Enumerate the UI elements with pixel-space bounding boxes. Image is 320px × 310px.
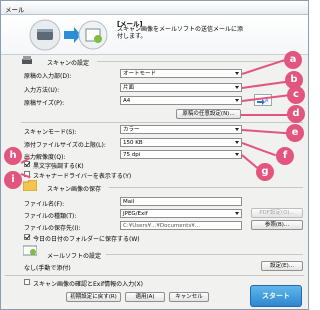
driver-label: スキャナードライバーを表示する(Y): [33, 173, 132, 180]
mail-settings-title: メールソフトの設定: [47, 253, 102, 260]
source-label: 原稿の入力部(D):: [24, 73, 72, 80]
save-in-label: ファイルの保存先(I):: [24, 225, 81, 232]
mail-app-icon: [23, 245, 37, 256]
mail-dialog: メール [メール] スキャン画像をメールソフトの送信メールに添付します。 スキャ…: [0, 0, 309, 310]
side-select[interactable]: 片面: [120, 83, 242, 92]
folder-icon: [23, 180, 37, 191]
side-value: 片面: [123, 85, 135, 91]
save-settings-title: スキャン画像の保存: [47, 186, 102, 193]
reset-button[interactable]: 初期設定に戻す(R): [66, 292, 121, 302]
apply-button[interactable]: 適用(A): [125, 292, 165, 302]
file-size-label: 添付ファイルサイズの上限(L):: [24, 142, 106, 149]
callout-line-g: [241, 154, 258, 169]
chevron-down-icon: [235, 141, 239, 144]
callout-badge-i: i: [4, 171, 22, 189]
file-type-value: JPEG/Exif: [123, 211, 148, 217]
source-select[interactable]: オートモード: [120, 69, 242, 78]
file-size-value: 150 KB: [123, 140, 143, 146]
section-divider: [21, 122, 303, 123]
callout-badge-d: d: [287, 105, 305, 123]
section-divider: [106, 254, 303, 255]
section-divider: [109, 187, 303, 188]
date-folder-label: 今日の日付のフォルダーに保存する(W): [33, 236, 140, 243]
confirm-label: スキャン画像の確認とExif情報の入力(X): [33, 281, 143, 288]
callout-badge-g: g: [256, 163, 274, 181]
resolution-value: 75 dpi: [123, 152, 141, 158]
chevron-down-icon: [235, 72, 239, 75]
chevron-down-icon: [235, 128, 239, 131]
sharpen-label: 黒文字強調する(K): [33, 163, 84, 170]
mode-value: カラー: [123, 127, 140, 133]
chevron-down-icon: [235, 86, 239, 89]
source-value: オートモード: [123, 71, 157, 77]
callout-badge-c: c: [287, 86, 305, 104]
side-label: 入力方法(U):: [24, 87, 60, 94]
confirm-checkbox[interactable]: [24, 279, 30, 285]
callout-badge-a: a: [284, 51, 302, 69]
callout-badge-h: h: [4, 147, 22, 165]
callout-line-e: [241, 129, 288, 134]
browse-button[interactable]: 参照(B)...: [251, 220, 303, 230]
mail-settings-button[interactable]: 設定(E)...: [261, 261, 303, 271]
header-description: スキャン画像をメールソフトの送信メールに添付します。: [117, 26, 244, 40]
size-label: 原稿サイズ(P):: [24, 100, 65, 107]
title-bar: メール: [1, 1, 308, 15]
callout-line-b: [241, 80, 288, 89]
chevron-down-icon: [235, 99, 239, 102]
file-size-select[interactable]: 150 KB: [120, 138, 242, 147]
size-select[interactable]: A4: [120, 96, 242, 105]
pdf-settings-button[interactable]: PDF設定(O)...: [251, 208, 303, 218]
custom-size-button[interactable]: 原稿の任意設定(N)...: [176, 109, 241, 119]
scan-settings-title: スキャンの設定: [47, 60, 90, 67]
sharpen-checkbox[interactable]: [24, 161, 30, 167]
resolution-label: 出力解像度(Q):: [24, 154, 66, 161]
section-divider: [5, 275, 304, 276]
callout-line-f: [241, 142, 277, 156]
section-divider: [97, 61, 302, 62]
mail-app-value: なし(手動で添付): [24, 265, 71, 272]
file-name-label: ファイル名(F):: [24, 201, 65, 208]
scanner-to-mail-icon: [29, 19, 108, 51]
callout-line-d: [241, 114, 288, 116]
size-value: A4: [123, 98, 131, 104]
chevron-down-icon: [235, 153, 239, 156]
file-name-input[interactable]: Mail: [120, 197, 242, 206]
callout-badge-e: e: [286, 124, 304, 142]
svg-text:A: A: [265, 98, 269, 104]
scanner-icon: [22, 56, 32, 64]
window-title: メール: [5, 6, 25, 14]
header-panel: [メール] スキャン画像をメールソフトの送信メールに添付します。: [1, 15, 308, 55]
date-folder-checkbox[interactable]: [24, 234, 30, 240]
mode-label: スキャンモード(S):: [24, 129, 77, 136]
save-in-input[interactable]: C:¥Users¥...¥Documents¥...: [120, 221, 242, 230]
callout-badge-f: f: [276, 147, 294, 165]
file-type-select[interactable]: JPEG/Exif: [120, 209, 242, 218]
start-button[interactable]: スタート: [250, 285, 302, 307]
mode-select[interactable]: カラー: [120, 125, 242, 134]
chevron-down-icon: [235, 212, 239, 215]
resolution-select[interactable]: 75 dpi: [120, 150, 242, 159]
cancel-button[interactable]: キャンセル: [169, 292, 209, 302]
file-type-label: ファイルの種類(T):: [24, 213, 77, 220]
